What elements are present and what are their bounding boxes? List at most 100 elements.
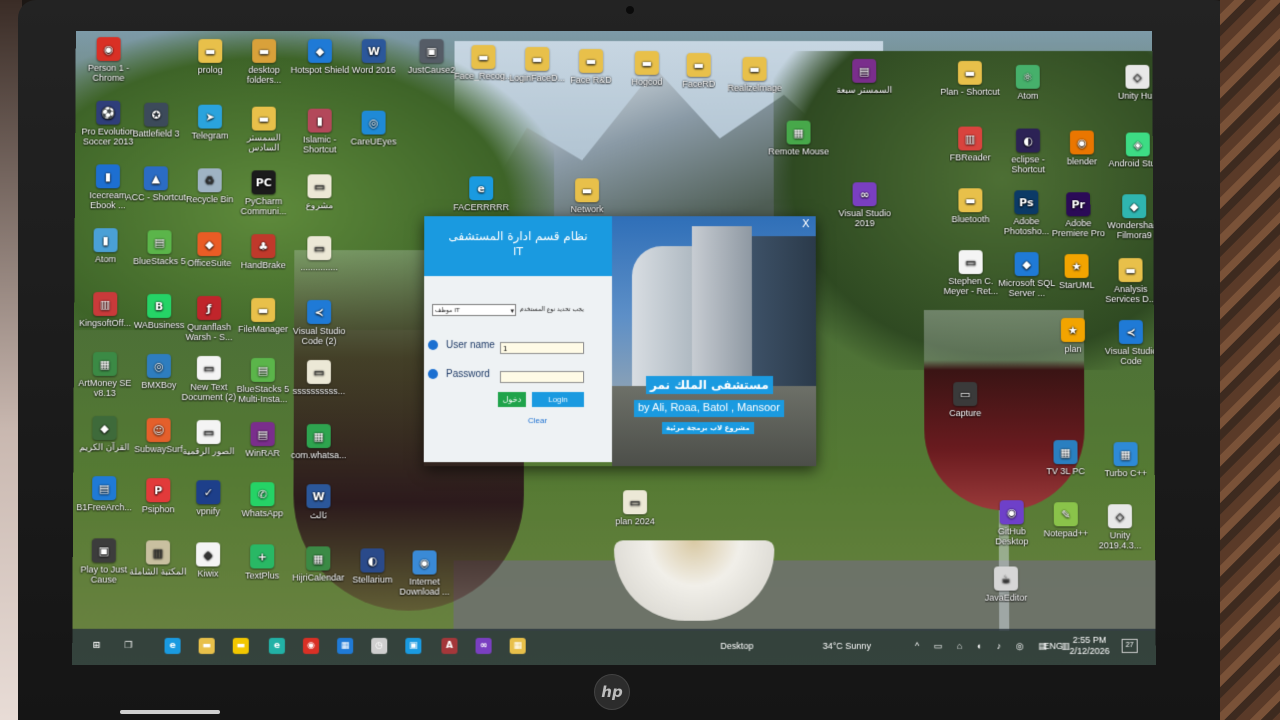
desktop-icon[interactable]: ▭ plan 2024 [604, 490, 666, 526]
desktop-icon[interactable]: ▤ BlueStacks 5 Multi-Insta... [232, 357, 294, 404]
desktop-icon[interactable]: ▮ Islamic - Shortcut [289, 108, 351, 154]
desktop-icon[interactable]: ◆ Kiwix [177, 542, 239, 579]
desktop-icon[interactable]: ◉ blender [1051, 130, 1113, 166]
desktop-icon[interactable]: ▭ Capture [934, 382, 996, 418]
visual-studio-icon[interactable]: ∞ [475, 637, 492, 654]
desktop-icon[interactable]: ◈ Android Studio [1107, 132, 1156, 168]
desktop-icon[interactable]: ▦ ArtMoney SE v8.13 [74, 351, 136, 398]
desktop-icon[interactable]: e FACERRRRR [450, 176, 512, 212]
desktop-icon[interactable]: ▲ ACC - Shortcut [125, 166, 187, 202]
user-type-select[interactable]: موظف IT ▾ [432, 304, 517, 317]
desktop-icon[interactable]: ◉ Internet Download ... [393, 550, 455, 597]
desktop-icon[interactable]: ▤ B1FreeArch... [73, 476, 135, 512]
weather-widget[interactable]: 34°C Sunny [823, 641, 871, 651]
windows-start-icon[interactable]: ⊞ [88, 638, 104, 654]
desktop-icon[interactable]: ☕ JavaEditor [975, 566, 1037, 603]
login-button[interactable]: Login [531, 392, 584, 408]
desktop-icon[interactable]: ▭ New Text Document (2) [178, 355, 240, 402]
store-icon[interactable]: ▦ [337, 637, 354, 654]
task-view-icon[interactable]: ❐ [120, 638, 136, 654]
desktop-icon[interactable]: ◉ Person 1 - Chrome [78, 37, 140, 83]
desktop-icon[interactable]: ▤ السمستر سبعة [833, 58, 895, 95]
desktop-icon[interactable]: ✪ Battlefield 3 [125, 102, 187, 139]
chrome-icon[interactable]: ◉ [302, 637, 320, 654]
desktop-icon[interactable]: W ثالث [287, 484, 349, 520]
desktop-icon[interactable]: ◎ CareUEyes [343, 110, 405, 146]
desktop-icon[interactable]: ▭ الصور الرقمية [177, 420, 239, 456]
desktop-icon[interactable]: ▭ Stephen C. Meyer - Ret... [940, 250, 1002, 296]
desktop-icon[interactable]: ◉ GitHub Desktop [981, 500, 1043, 546]
password-field[interactable] [499, 371, 584, 384]
desktop-icon[interactable]: ✎ Notepad++ [1035, 502, 1097, 538]
desktop-icon[interactable]: ▬ prolog [179, 39, 241, 75]
desktop-icon[interactable]: ▥ FBReader [939, 126, 1001, 162]
photos-icon[interactable]: ▣ [405, 637, 422, 654]
desktop-icon[interactable]: ▭ ssssssssss... [288, 359, 350, 396]
desktop-icon[interactable]: Pr Adobe Premiere Pro [1047, 192, 1109, 238]
desktop-icon[interactable]: ◆ Wondershare Filmora9 [1103, 194, 1156, 240]
desktop-icon[interactable]: ▬ Analysis Services D... [1100, 258, 1156, 304]
edge-dev-icon[interactable]: e [268, 637, 285, 654]
desktop-icon[interactable]: ◆ Hotspot Shield [289, 39, 351, 75]
desktop-icon[interactable]: ▣ Play to Just Cause [73, 538, 135, 585]
desktop-icon[interactable]: ▦ com.whatsa... [288, 424, 350, 460]
enter-button[interactable]: دخول [497, 392, 526, 408]
desktop-icon[interactable]: ▭............... [288, 236, 350, 272]
notification-center-button[interactable]: 27 [1121, 638, 1138, 653]
desktop-icon[interactable]: ƒ Quranflash Warsh - S... [178, 296, 240, 342]
desktop-icon[interactable]: ▬ Network [556, 178, 618, 214]
desktop-icon[interactable]: ▬ LoginFaceD... [506, 47, 568, 83]
desktop-icon[interactable]: ▬ Face_Recog... [452, 45, 514, 81]
desktop-icon[interactable]: ≺ Visual Studio Code [1100, 320, 1156, 366]
desktop-icon[interactable]: + TextPlus [231, 544, 293, 581]
desktop-icon[interactable]: ▤ WinRAR [232, 422, 294, 458]
network-icon: ▬ [575, 178, 600, 203]
desktop-icon[interactable]: ▦ Remote Mouse [768, 120, 830, 156]
desktop-icon[interactable]: ▬ Face R&D [560, 49, 622, 85]
desktop-icon[interactable]: W Word 2016 [343, 39, 405, 75]
desktop-icon[interactable]: ▦ TV 3L PC [1034, 440, 1096, 476]
desktop-icon-label: KingsoftOff... [79, 318, 132, 329]
username-field[interactable]: 1 [499, 342, 585, 354]
desktop-icon[interactable]: ▬ Bluetooth [939, 188, 1001, 224]
app-icon[interactable]: ▦ [509, 637, 526, 654]
desktop-icon[interactable]: ◐ eclipse - Shortcut [997, 128, 1059, 174]
desktop-icon[interactable]: ◇ Unity 2019.4.3... [1089, 504, 1151, 550]
desktop-icon[interactable]: ▬ السمستر السادس [233, 106, 295, 152]
desktop-icon[interactable]: ♣ HandBrake [232, 234, 294, 270]
desktop-icon[interactable]: ▬ FileManager [232, 298, 294, 334]
desktop-icon[interactable]: ⚛ Atom [997, 64, 1059, 101]
desktop-icon[interactable]: ➤ Telegram [179, 104, 241, 140]
desktop-icon[interactable]: PC PyCharm Communi... [233, 170, 295, 216]
desktop-icon[interactable]: ▬ desktop folders... [233, 39, 295, 85]
desktop-toolbar-label[interactable]: Desktop [720, 641, 753, 651]
desktop-icon[interactable]: ✓ vpnify [177, 480, 239, 516]
desktop-icon[interactable]: ▥ KingsoftOff... [74, 292, 136, 328]
desktop-icon[interactable]: ≺ Visual Studio Code (2) [288, 300, 350, 346]
desktop-icon[interactable]: ◇ Unity Hub [1106, 64, 1156, 101]
desktop-icon[interactable]: ✆ WhatsApp [231, 482, 293, 518]
desktop-icon[interactable]: ▬ Plan - Shortcut [939, 60, 1001, 97]
file-explorer-icon[interactable]: ▬ [198, 637, 215, 654]
sticky-notes-icon[interactable]: ▬ [232, 637, 249, 654]
desktop-icon[interactable]: ◆ القرآن الكريم [73, 416, 135, 452]
desktop-icon-label: FileManager [238, 324, 289, 335]
clock-app-icon[interactable]: ◷ [371, 637, 388, 654]
desktop-icon[interactable]: ▦ Turbo C++ [1094, 442, 1155, 478]
desktop-icon[interactable]: ♻ Recycle Bin [179, 168, 241, 204]
desktop-icon[interactable]: ▬ Realizelmage [724, 56, 786, 93]
desktop-icon[interactable]: ▮ Atom [74, 228, 136, 264]
desktop-icon[interactable]: ∞ Visual Studio 2019 [834, 182, 896, 228]
clock[interactable]: 2:55 PM 2/12/2026 [1069, 635, 1109, 657]
language-indicator[interactable]: ENG [1043, 641, 1063, 651]
desktop-icon[interactable]: ★ StarUML [1046, 254, 1108, 290]
desktop-icon[interactable]: ▬ FaceRD [668, 52, 730, 89]
desktop-icon[interactable]: ◆ OfficeSuite [178, 232, 240, 268]
edge-icon[interactable]: e [164, 637, 181, 654]
desktop-icon[interactable]: ▭ مشروع [288, 174, 350, 210]
clear-link[interactable]: Clear [528, 416, 547, 425]
access-icon[interactable]: A [441, 637, 458, 654]
close-button[interactable]: X [800, 217, 812, 230]
desktop-icon[interactable]: ▦ HijriCalendar [287, 546, 349, 583]
desktop-icon[interactable]: ★ plan [1042, 318, 1104, 354]
